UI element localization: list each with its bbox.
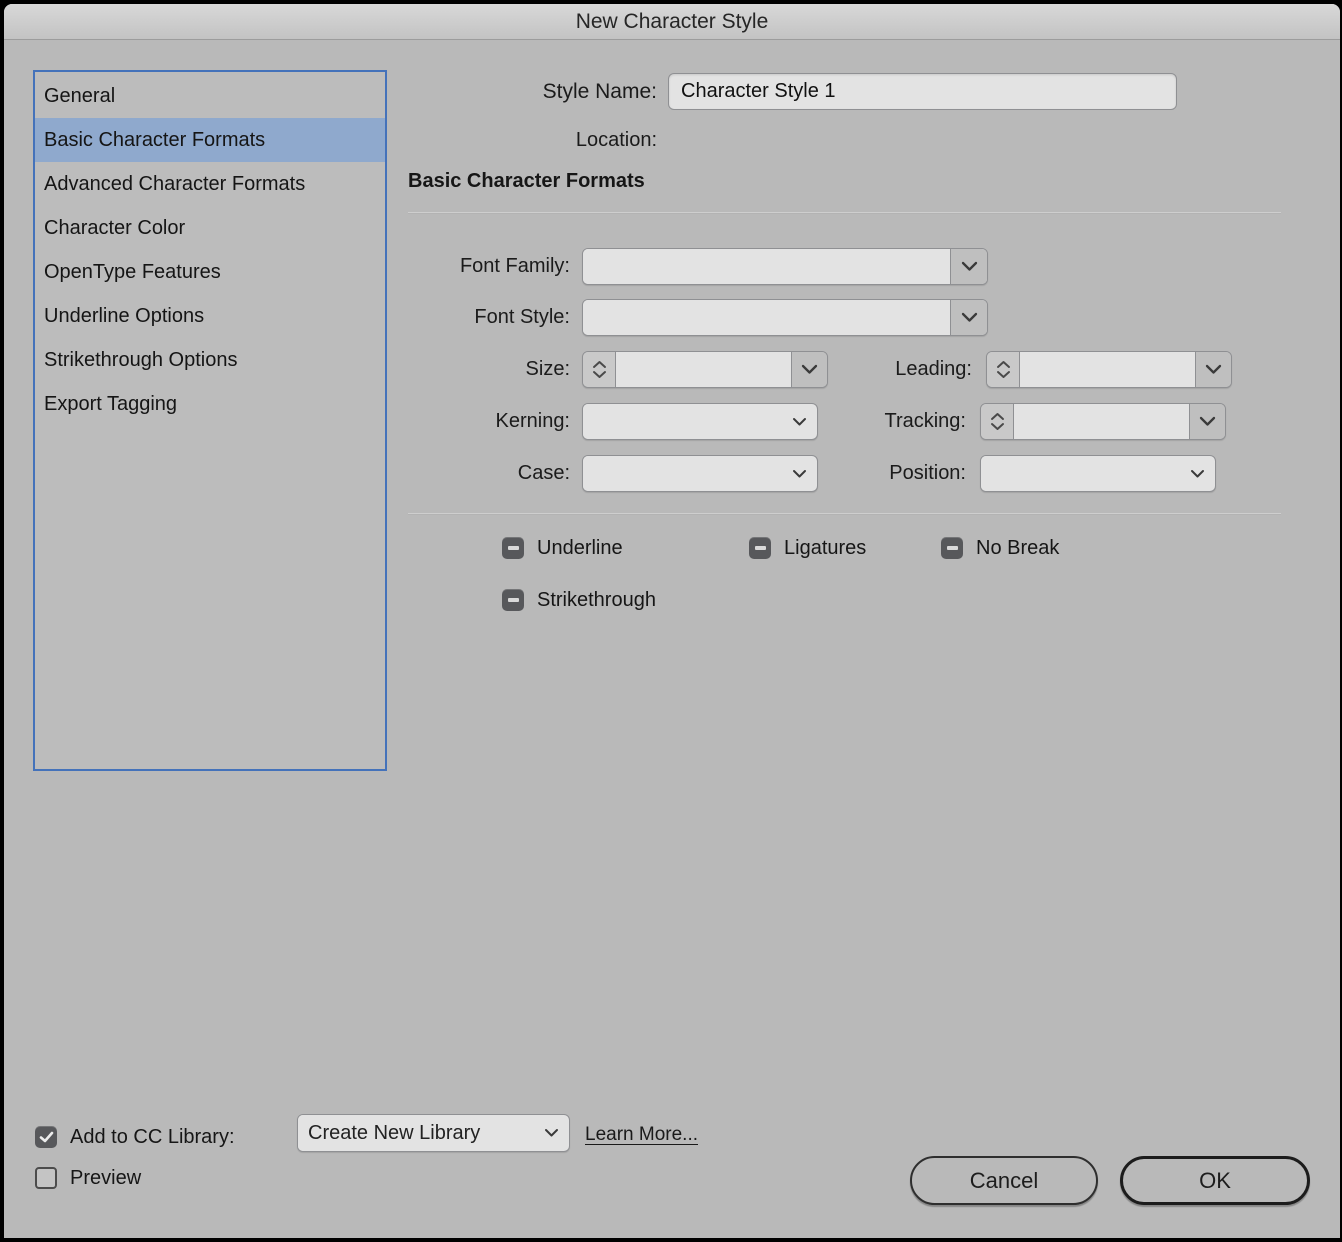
location-label: Location: <box>334 125 657 155</box>
font-family-dropdown-button[interactable] <box>950 249 987 284</box>
tracking-label: Tracking: <box>704 403 966 440</box>
chevron-down-icon <box>961 312 978 323</box>
underline-label: Underline <box>537 537 623 560</box>
ligatures-toggle[interactable]: Ligatures <box>749 536 866 560</box>
font-style-value[interactable] <box>583 300 950 335</box>
section-divider <box>408 212 1281 213</box>
chevron-down-icon <box>1205 364 1222 375</box>
preview-label: Preview <box>70 1167 141 1190</box>
stepper-down-icon[interactable] <box>990 422 1005 431</box>
add-to-cc-library-label: Add to CC Library: <box>70 1126 235 1149</box>
font-family-value[interactable] <box>583 249 950 284</box>
stepper-down-icon[interactable] <box>996 370 1011 379</box>
leading-combo[interactable] <box>986 351 1232 388</box>
position-select[interactable] <box>980 455 1216 492</box>
ok-button[interactable]: OK <box>1120 1156 1310 1205</box>
font-style-dropdown-button[interactable] <box>950 300 987 335</box>
style-name-label: Style Name: <box>334 73 657 110</box>
leading-label: Leading: <box>704 351 972 388</box>
case-label: Case: <box>304 455 570 492</box>
font-style-label: Font Style: <box>304 299 570 336</box>
stepper-up-icon[interactable] <box>592 360 607 369</box>
section-title: Basic Character Formats <box>408 170 645 193</box>
cc-library-select[interactable]: Create New Library <box>297 1114 570 1152</box>
tracking-dropdown-button[interactable] <box>1190 404 1225 439</box>
position-label: Position: <box>704 455 966 492</box>
checkbox-empty-icon[interactable] <box>35 1167 57 1189</box>
chevron-down-icon <box>533 1115 569 1151</box>
stepper-up-icon[interactable] <box>990 412 1005 421</box>
position-value <box>981 456 1179 491</box>
window-title: New Character Style <box>576 10 769 34</box>
ligatures-label: Ligatures <box>784 537 866 560</box>
strikethrough-toggle[interactable]: Strikethrough <box>502 588 656 612</box>
no-break-toggle[interactable]: No Break <box>941 536 1059 560</box>
style-name-input[interactable]: Character Style 1 <box>668 73 1177 110</box>
font-family-combo[interactable] <box>582 248 988 285</box>
sidebar-item-general[interactable]: General <box>35 74 385 118</box>
sidebar-item-advanced-character-formats[interactable]: Advanced Character Formats <box>35 162 385 206</box>
add-to-cc-library-row: Add to CC Library: <box>35 1118 235 1156</box>
font-family-label: Font Family: <box>304 248 570 285</box>
checkbox-mixed-icon[interactable] <box>749 537 771 559</box>
preview-row: Preview <box>35 1159 141 1197</box>
leading-dropdown-button[interactable] <box>1196 352 1231 387</box>
size-stepper[interactable] <box>583 352 615 387</box>
size-label: Size: <box>304 351 570 388</box>
sidebar-item-character-color[interactable]: Character Color <box>35 206 385 250</box>
tracking-stepper[interactable] <box>981 404 1013 439</box>
learn-more-link[interactable]: Learn More... <box>585 1124 698 1146</box>
tracking-combo[interactable] <box>980 403 1226 440</box>
leading-value[interactable] <box>1019 352 1196 387</box>
sidebar-item-basic-character-formats[interactable]: Basic Character Formats <box>35 118 385 162</box>
no-break-label: No Break <box>976 537 1059 560</box>
cancel-button[interactable]: Cancel <box>910 1156 1098 1205</box>
title-bar[interactable]: New Character Style <box>4 4 1340 40</box>
strikethrough-label: Strikethrough <box>537 589 656 612</box>
checkbox-mixed-icon[interactable] <box>502 589 524 611</box>
kerning-label: Kerning: <box>304 403 570 440</box>
underline-toggle[interactable]: Underline <box>502 536 623 560</box>
tracking-value[interactable] <box>1013 404 1190 439</box>
checkbox-mixed-icon[interactable] <box>502 537 524 559</box>
fields-divider <box>408 513 1281 514</box>
checkbox-checked-icon[interactable] <box>35 1126 57 1148</box>
leading-stepper[interactable] <box>987 352 1019 387</box>
checkbox-mixed-icon[interactable] <box>941 537 963 559</box>
font-style-combo[interactable] <box>582 299 988 336</box>
new-character-style-dialog: New Character Style General Basic Charac… <box>4 4 1340 1238</box>
cc-library-value: Create New Library <box>298 1115 533 1151</box>
chevron-down-icon <box>961 261 978 272</box>
stepper-up-icon[interactable] <box>996 360 1011 369</box>
chevron-down-icon <box>1179 456 1215 491</box>
stepper-down-icon[interactable] <box>592 370 607 379</box>
chevron-down-icon <box>1199 416 1216 427</box>
